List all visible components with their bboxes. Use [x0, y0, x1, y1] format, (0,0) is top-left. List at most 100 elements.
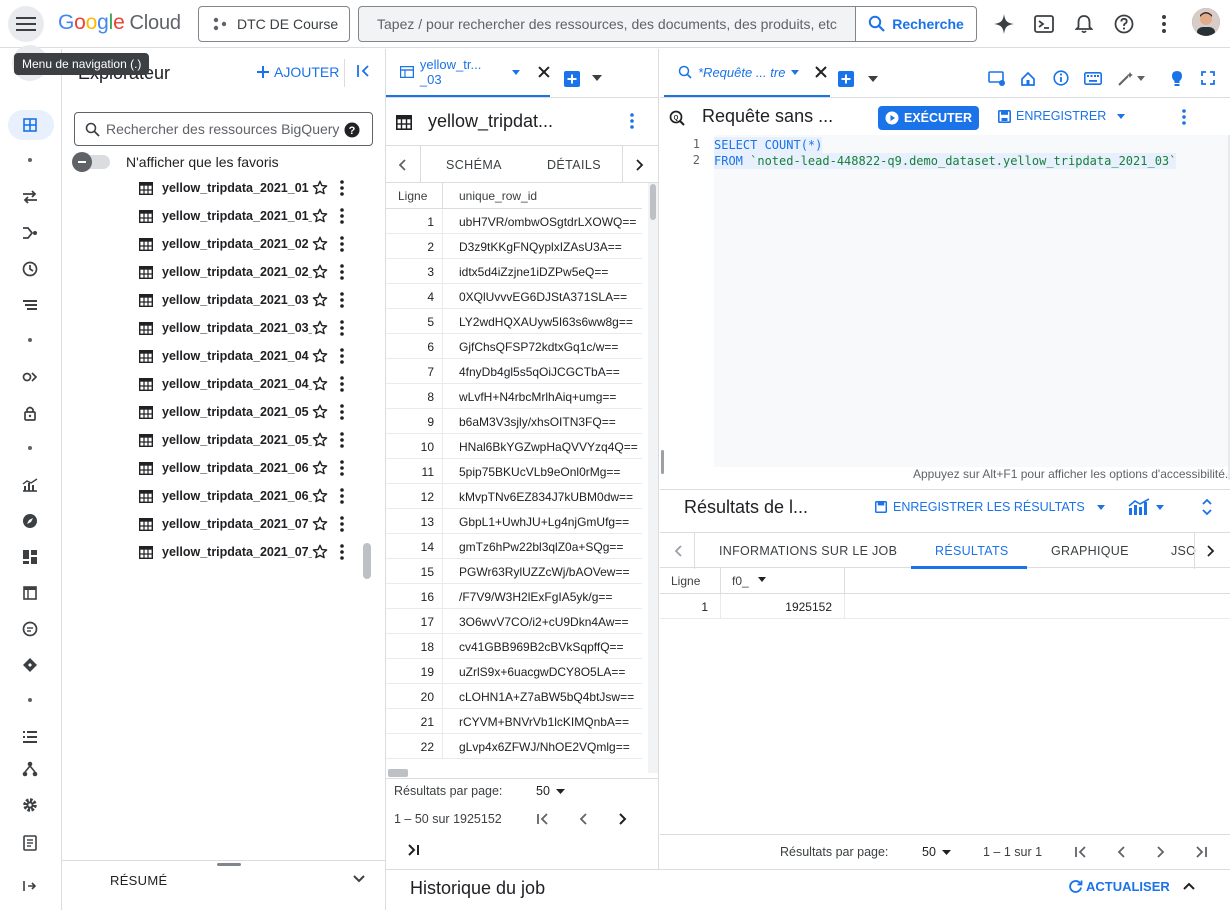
chevron-down-icon[interactable]	[352, 872, 366, 886]
explore-data-chart-icon[interactable]	[1128, 498, 1150, 516]
unique-row-id-cell[interactable]: PGWr63RylUZZcWj/bAOVew==	[459, 565, 629, 579]
tree-item-table[interactable]: yellow_tripdata_2021_02	[138, 232, 358, 256]
tree-item-table[interactable]: yellow_tripdata_2021_01_...	[138, 204, 358, 228]
tab-query[interactable]: *Requête ... tre	[664, 49, 830, 97]
monitoring-chart-icon[interactable]	[19, 474, 41, 496]
star-icon[interactable]	[312, 488, 328, 504]
star-icon[interactable]	[312, 208, 328, 224]
chat-icon[interactable]	[19, 618, 41, 640]
unique-row-id-cell[interactable]: kMvpTNv6EZ834J7kUBM0dw==	[459, 490, 633, 504]
unique-row-id-cell[interactable]: 5pip75BKUcVLb9eOnl0rMg==	[459, 465, 620, 479]
star-icon[interactable]	[312, 544, 328, 560]
tree-item-table[interactable]: yellow_tripdata_2021_03_...	[138, 316, 358, 340]
caret-down-icon[interactable]	[1156, 505, 1164, 510]
tab-details[interactable]: DÉTAILS	[547, 158, 601, 172]
unique-row-id-cell[interactable]: wLvfH+N4rbcMrlhAiq+umg==	[459, 390, 616, 404]
tree-item-table[interactable]: yellow_tripdata_2021_04_...	[138, 372, 358, 396]
star-icon[interactable]	[312, 460, 328, 476]
tab-json[interactable]: JSO	[1171, 544, 1196, 558]
unique-row-id-cell[interactable]: cLOHN1A+Z7aBW5bQ4btJsw==	[459, 690, 634, 704]
unique-row-id-cell[interactable]: rCYVM+BNVrVb1lcKIMQnbA==	[459, 715, 629, 729]
save-query-button[interactable]: ENREGISTRER	[998, 109, 1126, 123]
transfers-arrows-icon[interactable]	[19, 186, 41, 208]
sql-editor[interactable]: 1 2 SELECT COUNT(*) FROM `noted-lead-448…	[660, 135, 1230, 480]
previous-page-icon[interactable]	[578, 812, 588, 826]
more-vert-icon[interactable]	[340, 404, 344, 420]
tab-menu-caret-icon[interactable]	[791, 69, 800, 75]
horizontal-scrollbar-thumb[interactable]	[388, 769, 408, 777]
expand-collapse-icon[interactable]	[1202, 499, 1212, 515]
rows-per-page-select[interactable]: 50	[536, 784, 565, 798]
dashboard-icon[interactable]	[19, 546, 41, 568]
more-vert-icon[interactable]	[340, 180, 344, 196]
job-history-bar[interactable]: Historique du job ACTUALISER	[386, 869, 1230, 910]
new-tab-plus-icon[interactable]	[564, 71, 580, 87]
pipelines-icon[interactable]	[19, 222, 41, 244]
compute-settings-icon[interactable]	[988, 71, 1006, 87]
notifications-bell-icon[interactable]	[1066, 6, 1102, 42]
cloud-shell-terminal-icon[interactable]	[1026, 6, 1062, 42]
tab-list-caret-icon[interactable]	[868, 76, 878, 82]
star-icon[interactable]	[312, 180, 328, 196]
vertical-scrollbar-thumb[interactable]	[650, 184, 656, 220]
tree-item-table[interactable]: yellow_tripdata_2021_01	[138, 176, 358, 200]
chevron-left-icon[interactable]	[398, 159, 406, 171]
tree-item-table[interactable]: yellow_tripdata_2021_05	[138, 400, 358, 424]
close-icon[interactable]	[538, 66, 550, 78]
unique-row-id-cell[interactable]: ubH7VR/ombwOSgtdrLXOWQ==	[459, 215, 636, 229]
lock-icon[interactable]	[19, 402, 41, 424]
chevron-up-icon[interactable]	[1182, 879, 1196, 893]
unique-row-id-cell[interactable]: LY2wdHQXAUyw5I63s6ww8g==	[459, 315, 633, 329]
dataform-diamond-icon[interactable]	[19, 654, 41, 676]
more-vert-icon[interactable]	[340, 544, 344, 560]
tree-item-table[interactable]: yellow_tripdata_2021_04	[138, 344, 358, 368]
search-button[interactable]: Recherche	[855, 6, 977, 42]
lightbulb-icon[interactable]	[1171, 70, 1183, 87]
caret-down-icon[interactable]	[1137, 76, 1145, 81]
user-avatar[interactable]	[1192, 8, 1220, 36]
global-search-input[interactable]: Tapez / pour rechercher des ressources, …	[358, 6, 856, 42]
more-vert-icon[interactable]	[340, 376, 344, 392]
next-page-icon[interactable]	[1156, 845, 1166, 859]
more-vert-icon[interactable]	[630, 113, 634, 129]
add-data-button[interactable]: AJOUTER	[256, 64, 339, 80]
keyboard-icon[interactable]	[1084, 72, 1102, 85]
unique-row-id-cell[interactable]: 4fnyDb4gl5s5qOiJCGCTbA==	[459, 365, 620, 379]
more-vert-icon[interactable]	[340, 348, 344, 364]
more-vert-icon[interactable]	[340, 264, 344, 280]
unique-row-id-cell[interactable]: HNal6BkYGZwpHaQVVYzq4Q==	[459, 440, 638, 454]
tree-item-table[interactable]: yellow_tripdata_2021_07_...	[138, 540, 358, 564]
magic-wand-icon[interactable]	[1117, 71, 1133, 87]
last-page-icon[interactable]	[1194, 845, 1208, 859]
unique-row-id-cell[interactable]: idtx5d4iZzjne1iDZPw5eQ==	[459, 265, 608, 279]
unique-row-id-cell[interactable]: cv41GBB969B2cBVkSqpffQ==	[459, 640, 624, 654]
more-vert-icon[interactable]	[340, 516, 344, 532]
favorites-toggle[interactable]	[72, 152, 110, 172]
first-page-icon[interactable]	[1074, 845, 1088, 859]
scheduled-queries-clock-icon[interactable]	[19, 258, 41, 280]
release-notes-list-icon[interactable]	[19, 726, 41, 748]
save-results-button[interactable]: ENREGISTRER LES RÉSULTATS	[875, 500, 1105, 514]
unique-row-id-cell[interactable]: 0XQlUvvvEG6DJStA371SLA==	[459, 290, 627, 304]
expand-rail-icon[interactable]	[19, 875, 41, 897]
star-icon[interactable]	[312, 376, 328, 392]
refresh-button[interactable]: ACTUALISER	[1068, 879, 1170, 894]
more-vert-icon[interactable]	[340, 432, 344, 448]
explorer-scrollbar-thumb[interactable]	[363, 543, 371, 579]
chevron-left-icon[interactable]	[674, 545, 682, 557]
settings-gear-icon[interactable]	[19, 794, 41, 816]
unique-row-id-cell[interactable]: /F7V9/W3H2lExFgIA5yk/g==	[459, 590, 612, 604]
unique-row-id-cell[interactable]: gmTz6hPw22bl3qlZ0a+SQg==	[459, 540, 623, 554]
previous-page-icon[interactable]	[1116, 845, 1126, 859]
more-vert-icon[interactable]	[1182, 109, 1186, 125]
tab-list-caret-icon[interactable]	[592, 75, 602, 81]
tree-item-table[interactable]: yellow_tripdata_2021_05_...	[138, 428, 358, 452]
last-page-icon[interactable]	[406, 843, 420, 857]
favorites-toggle-row[interactable]: N'afficher que les favoris	[72, 152, 279, 172]
unique-row-id-cell[interactable]: gLvp4x6ZFWJ/NhOE2VQmlg==	[459, 740, 630, 754]
tab-results[interactable]: RÉSULTATS	[935, 544, 1009, 558]
more-vert-icon[interactable]	[340, 292, 344, 308]
gemini-sparkle-icon[interactable]	[986, 6, 1022, 42]
explorer-search-input[interactable]: Rechercher des ressources BigQuery ?	[74, 112, 373, 146]
unique-row-id-cell[interactable]: D3z9tKKgFNQyplxIZAsU3A==	[459, 240, 622, 254]
